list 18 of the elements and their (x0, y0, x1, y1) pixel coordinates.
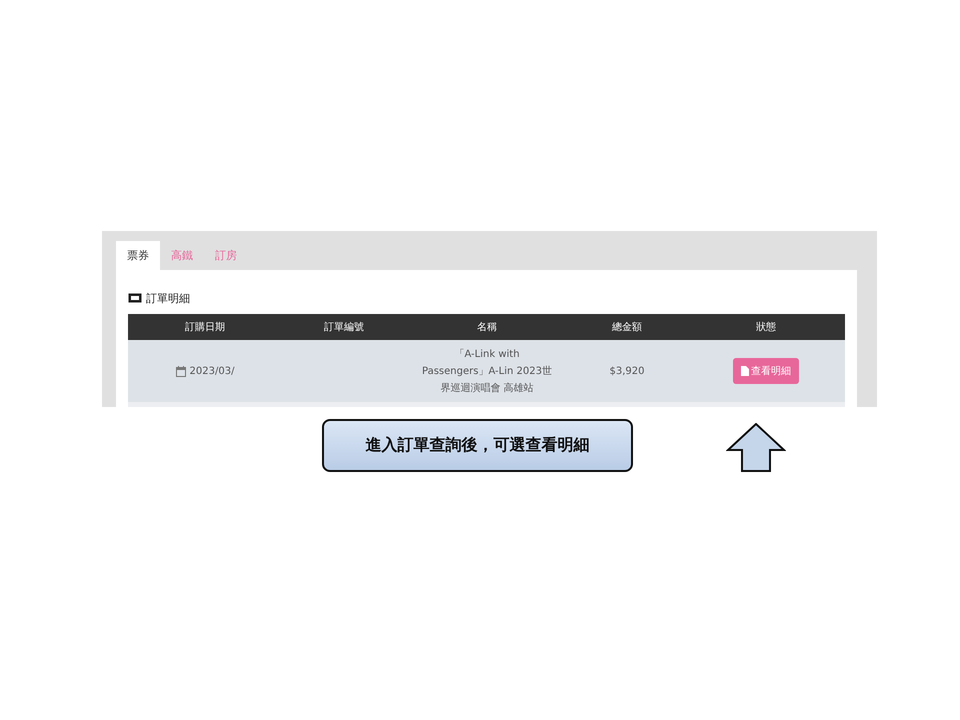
tab[interactable]: 訂房 (204, 241, 248, 270)
ticket-icon (128, 293, 142, 303)
tab[interactable]: 高鐵 (160, 241, 204, 270)
column-header: 訂購日期 (184, 320, 226, 334)
table-cell-text: 「A-Link with Passengers」A-Lin 2023世 界巡迴演唱會 高雄站 (422, 348, 552, 396)
section-title: 訂單明細 (146, 290, 190, 306)
column-header: 總金額 (611, 320, 643, 334)
callout-box: 進入訂單查詢後，可選查看明細 (322, 419, 633, 472)
table-cell-text: 2023/03/ (190, 364, 234, 378)
up-arrow-icon (726, 423, 786, 473)
tab[interactable]: 票券 (116, 241, 160, 270)
table-cell-text: $3,920 (610, 364, 644, 378)
calendar-icon (176, 366, 186, 376)
column-header: 訂單編號 (323, 320, 365, 334)
column-header: 名稱 (476, 321, 498, 334)
column-header: 狀態 (755, 320, 777, 334)
view-details-button[interactable]: 查看明細 (733, 358, 799, 384)
document-icon (741, 366, 749, 376)
